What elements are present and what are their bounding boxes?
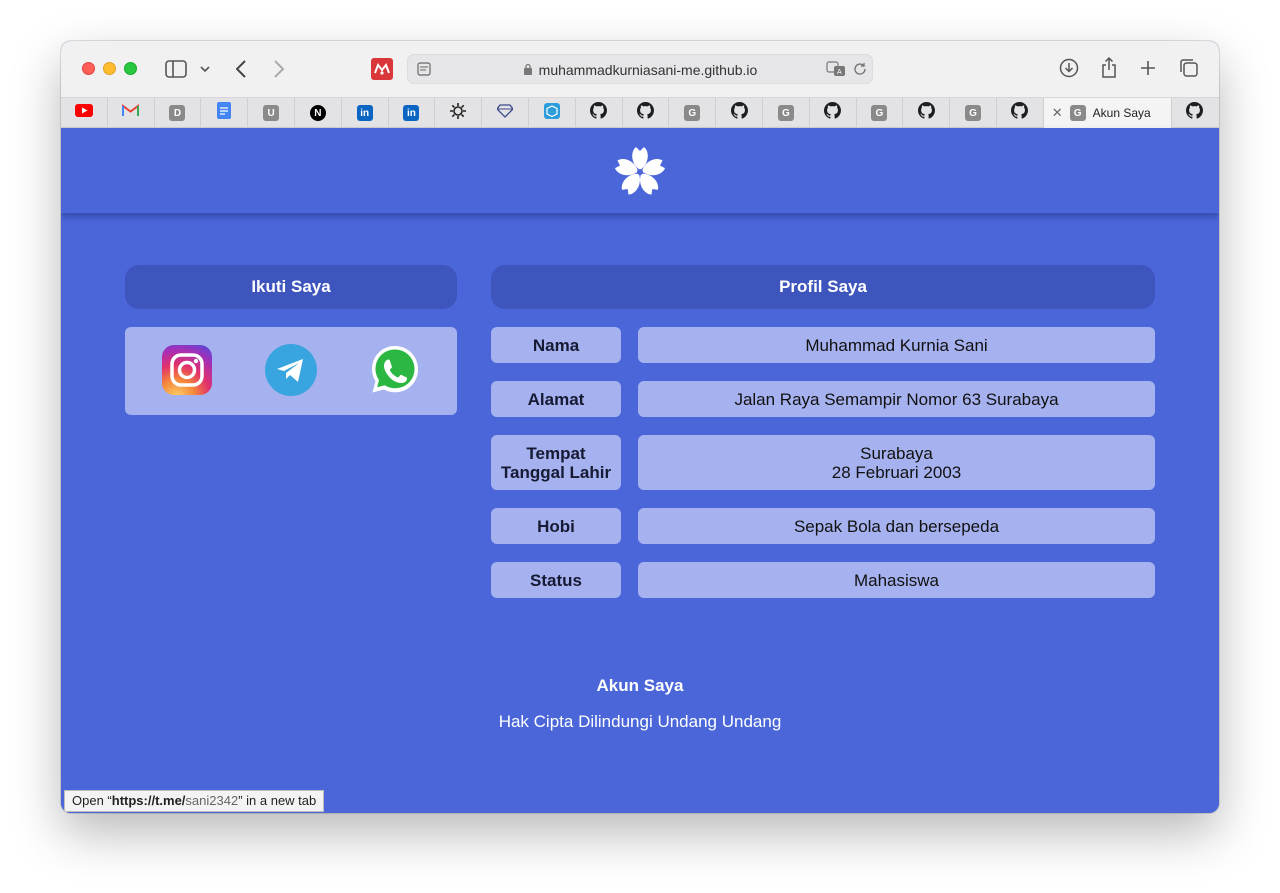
close-tab-icon[interactable]: ✕ (1052, 105, 1063, 121)
g-favicon-icon: G (1069, 105, 1086, 121)
tab-u[interactable]: U (248, 98, 295, 128)
linkedin-icon: in (356, 105, 373, 121)
download-icon[interactable] (1059, 58, 1079, 78)
translate-icon[interactable]: A (826, 61, 846, 77)
tab-diamond[interactable] (482, 98, 529, 128)
g-favicon-icon: G (684, 105, 701, 121)
status-suffix: ” in a new tab (238, 793, 317, 808)
value-alamat: Jalan Raya Semampir Nomor 63 Surabaya (638, 381, 1155, 417)
next-icon: N (309, 105, 326, 121)
link-status-tooltip: Open “https://t.me/sani2342” in a new ta… (64, 790, 325, 812)
value-hobi: Sepak Bola dan bersepeda (638, 508, 1155, 544)
status-url-rest: sani2342 (185, 793, 239, 808)
linkedin-icon: in (403, 105, 420, 121)
tab-github-3[interactable] (716, 98, 763, 128)
tab-youtube[interactable] (61, 98, 108, 128)
tab-docs[interactable] (201, 98, 249, 128)
tab-g-4[interactable]: G (950, 98, 997, 128)
gear-icon (450, 102, 467, 124)
tab-github-4[interactable] (810, 98, 857, 128)
label-ttl-line2: Tanggal Lahir (500, 462, 612, 482)
mendeley-extension-icon[interactable] (371, 58, 393, 80)
forward-icon[interactable] (271, 58, 287, 80)
zoom-window-button[interactable] (124, 62, 137, 75)
lock-icon (523, 63, 533, 78)
svg-text:A: A (837, 69, 842, 76)
footer-copyright: Hak Cipta Dilindungi Undang Undang (498, 712, 782, 731)
github-icon (636, 102, 654, 124)
instagram-icon[interactable] (161, 344, 213, 396)
tab-box[interactable] (529, 98, 576, 128)
tab-strip: D U N in in G G G G ✕ G Akun Saya (61, 97, 1219, 128)
address-bar[interactable]: muhammadkurniasani-me.github.io A (407, 54, 873, 84)
github-icon (824, 102, 842, 124)
docs-icon (217, 102, 232, 124)
telegram-icon[interactable] (265, 344, 317, 396)
g-favicon-icon: G (777, 105, 794, 121)
value-ttl-place: Surabaya (860, 443, 933, 463)
tab-github-6[interactable] (997, 98, 1044, 128)
status-url-bold: https://t.me/ (111, 793, 186, 808)
tab-github-1[interactable] (576, 98, 623, 128)
tab-gear[interactable] (435, 98, 483, 128)
new-tab-icon[interactable] (1139, 59, 1157, 77)
label-ttl-line1: Tempat (526, 443, 586, 463)
follow-panel-title: Ikuti Saya (125, 265, 457, 309)
github-icon (730, 102, 748, 124)
profile-panel-title: Profil Saya (491, 265, 1155, 309)
tab-d[interactable]: D (155, 98, 202, 128)
github-icon (917, 102, 935, 124)
youtube-icon (74, 104, 93, 122)
tab-overview-icon[interactable] (1179, 58, 1199, 78)
tab-linkedin-2[interactable]: in (389, 98, 436, 128)
github-icon (590, 102, 608, 124)
label-nama: Nama (491, 327, 621, 363)
g-favicon-icon: G (965, 105, 982, 121)
address-url: muhammadkurniasani-me.github.io (538, 62, 758, 78)
tab-g-3[interactable]: G (857, 98, 904, 128)
label-status: Status (491, 562, 621, 598)
box-icon (543, 102, 560, 124)
footer-title: Akun Saya (596, 676, 684, 695)
site-header (61, 128, 1219, 213)
github-icon (1011, 102, 1029, 124)
reload-icon[interactable] (852, 61, 868, 77)
tab-gmail[interactable] (108, 98, 155, 128)
status-prefix: Open “ (72, 793, 112, 808)
social-links-box (125, 327, 457, 415)
u-favicon-icon: U (263, 105, 280, 121)
g-favicon-icon: G (871, 105, 888, 121)
tab-g-2[interactable]: G (763, 98, 810, 128)
label-ttl: Tempat Tanggal Lahir (491, 435, 621, 490)
gmail-icon (122, 104, 140, 122)
active-tab-title: Akun Saya (1092, 106, 1151, 120)
github-icon (1186, 102, 1204, 124)
value-ttl-date: 28 Februari 2003 (831, 462, 962, 482)
tab-linkedin-1[interactable]: in (342, 98, 389, 128)
page-content: Ikuti Saya Profil Saya Nama Muhammad Kur… (61, 128, 1219, 813)
chevron-down-icon[interactable] (199, 61, 211, 77)
value-status: Mahasiswa (638, 562, 1155, 598)
label-alamat: Alamat (491, 381, 621, 417)
tab-github-7[interactable] (1172, 98, 1218, 128)
tab-github-5[interactable] (903, 98, 951, 128)
close-window-button[interactable] (82, 62, 95, 75)
tab-active[interactable]: ✕ G Akun Saya (1043, 98, 1172, 128)
d-favicon-icon: D (169, 105, 186, 121)
whatsapp-icon[interactable] (369, 344, 421, 396)
tab-github-2[interactable] (623, 98, 670, 128)
value-ttl: Surabaya 28 Februari 2003 (638, 435, 1155, 490)
tab-g-1[interactable]: G (669, 98, 717, 128)
share-icon[interactable] (1100, 56, 1118, 78)
sakura-logo-icon[interactable] (612, 144, 668, 205)
minimize-window-button[interactable] (103, 62, 116, 75)
value-nama: Muhammad Kurnia Sani (638, 327, 1155, 363)
sidebar-toggle-icon[interactable] (165, 59, 187, 79)
back-icon[interactable] (233, 58, 249, 80)
browser-toolbar: muhammadkurniasani-me.github.io A (61, 41, 1219, 97)
diamond-icon (496, 103, 514, 123)
tab-next[interactable]: N (295, 98, 342, 128)
label-hobi: Hobi (491, 508, 621, 544)
browser-window: muhammadkurniasani-me.github.io A D U N … (61, 41, 1219, 813)
